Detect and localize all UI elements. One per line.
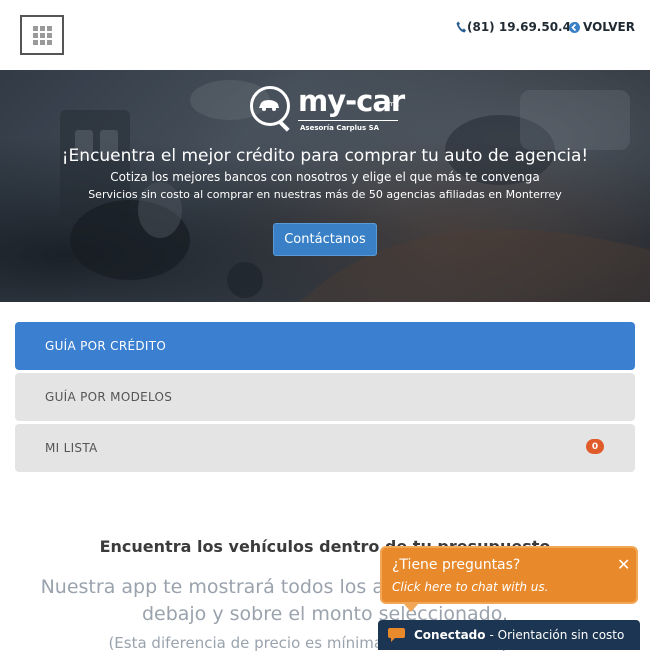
bubble-tail [404, 604, 418, 612]
grid-menu-icon [32, 25, 52, 45]
circle-arrow-left-icon [569, 21, 580, 33]
chat-prompt-bubble[interactable]: ¿Tiene preguntas? Click here to chat wit… [380, 546, 638, 612]
hero-line-1: Cotiza los mejores bancos con nosotros y… [110, 170, 540, 184]
tab-my-list[interactable]: MI LISTA [15, 424, 635, 472]
back-button[interactable]: VOLVER [569, 20, 635, 34]
list-count-badge: 0 [586, 439, 604, 454]
grid-menu-button[interactable] [20, 15, 64, 55]
back-label: VOLVER [583, 20, 635, 34]
top-bar: (81) 19.69.50.40 VOLVER [0, 0, 650, 70]
tab-models-guide[interactable]: GUÍA POR MODELOS [15, 373, 635, 421]
hero-headline: ¡Encuentra el mejor crédito para comprar… [61, 146, 589, 166]
chat-status-detail: - Orientación sin costo [489, 628, 625, 642]
chat-bubble-icon [388, 628, 405, 642]
phone-link[interactable]: (81) 19.69.50.40 [456, 20, 579, 34]
hero-line-2: Servicios sin costo al comprar en nuestr… [88, 188, 562, 201]
hero-banner: my-car .mx Asesoría Carplus SA ¡Encuentr… [0, 70, 650, 302]
phone-icon [456, 21, 466, 33]
phone-number: (81) 19.69.50.40 [467, 20, 580, 34]
tab-credit-guide[interactable]: GUÍA POR CRÉDITO [15, 322, 635, 370]
chat-status-bar[interactable]: Conectado - Orientación sin costo [378, 620, 640, 650]
chat-status: Conectado [414, 628, 486, 642]
close-icon[interactable]: ✕ [617, 555, 630, 574]
contact-button[interactable]: Contáctanos [273, 223, 377, 256]
chat-question: ¿Tiene preguntas? [392, 557, 521, 573]
chat-hint: Click here to chat with us. [392, 580, 549, 594]
my-car-logo[interactable]: my-car .mx Asesoría Carplus SA [250, 84, 410, 144]
